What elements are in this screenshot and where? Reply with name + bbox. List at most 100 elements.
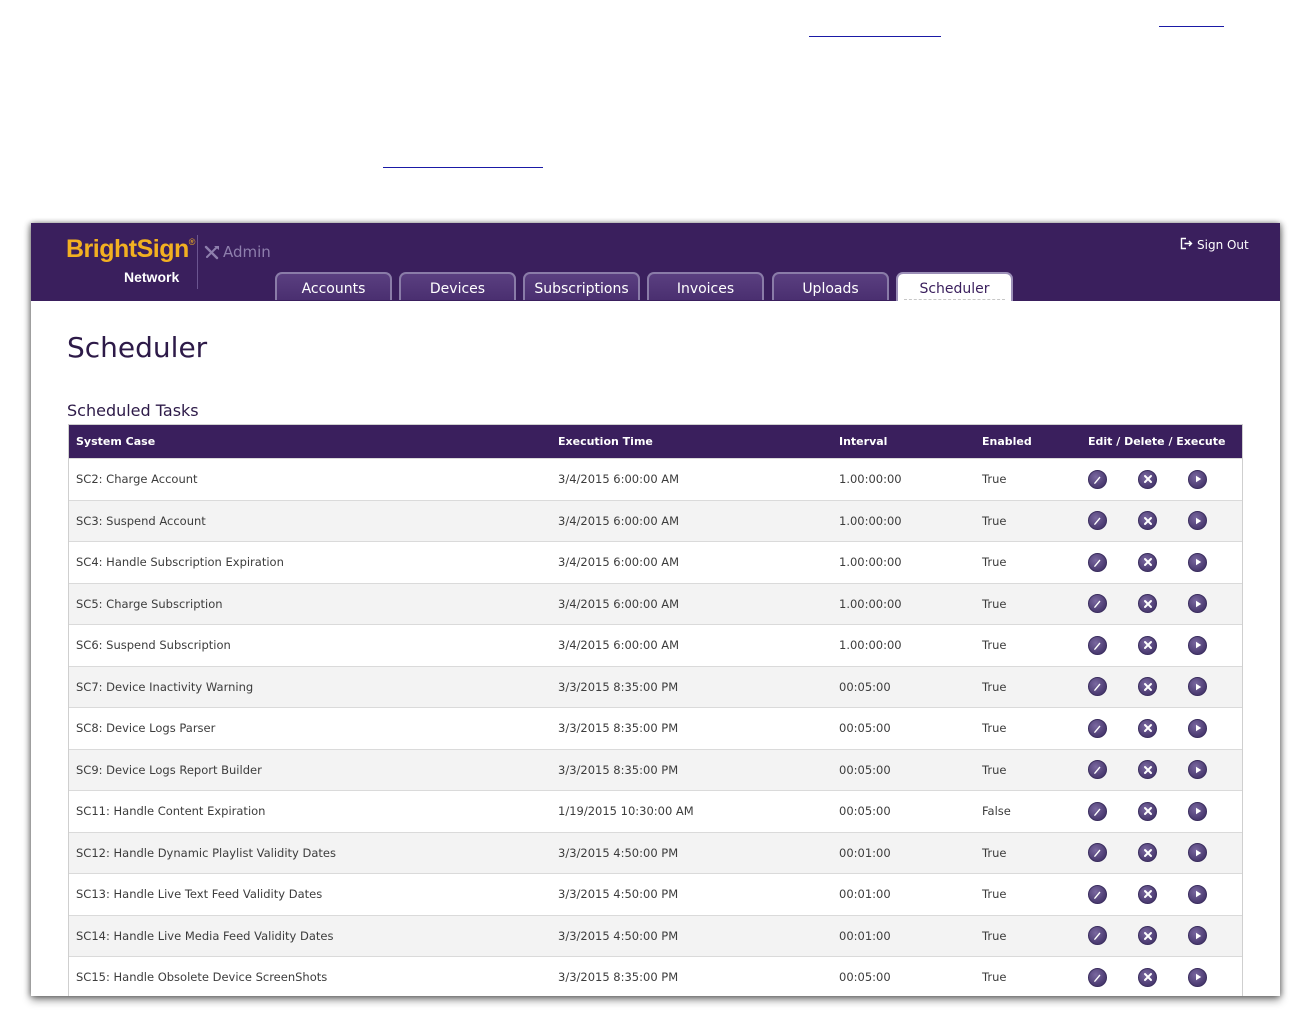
sign-out-button[interactable]: Sign Out — [1180, 237, 1249, 253]
execute-icon[interactable] — [1188, 843, 1207, 863]
delete-icon[interactable] — [1138, 677, 1157, 697]
row-actions — [1088, 750, 1207, 791]
column-header-execution-time[interactable]: Execution Time — [558, 425, 653, 458]
delete-icon[interactable] — [1138, 760, 1157, 780]
cell-enabled: True — [982, 596, 1007, 611]
table-row: SC12: Handle Dynamic Playlist Validity D… — [69, 831, 1242, 873]
tab-subscriptions[interactable]: Subscriptions — [523, 272, 640, 300]
tab-uploads[interactable]: Uploads — [772, 272, 889, 300]
row-actions — [1088, 708, 1207, 749]
edit-icon[interactable] — [1088, 926, 1107, 946]
row-actions — [1088, 584, 1207, 625]
cell-execution-time: 3/3/2015 8:35:00 PM — [558, 679, 679, 694]
doc-link-2[interactable] — [809, 36, 941, 37]
edit-icon[interactable] — [1088, 469, 1107, 489]
cell-interval: 00:01:00 — [839, 928, 891, 943]
edit-icon[interactable] — [1088, 718, 1107, 738]
cell-system-case: SC7: Device Inactivity Warning — [76, 679, 254, 694]
tab-accounts[interactable]: Accounts — [275, 272, 392, 300]
cell-system-case: SC14: Handle Live Media Feed Validity Da… — [76, 928, 334, 943]
tab-devices[interactable]: Devices — [399, 272, 516, 300]
column-header-enabled[interactable]: Enabled — [982, 425, 1032, 458]
delete-icon[interactable] — [1138, 511, 1157, 531]
delete-icon[interactable] — [1138, 967, 1157, 987]
edit-icon[interactable] — [1088, 967, 1107, 987]
admin-app-window: BrightSign® Network Admin Sign Out Accou… — [31, 223, 1280, 996]
cell-interval: 00:05:00 — [839, 679, 891, 694]
scheduled-tasks-table: System Case Execution Time Interval Enab… — [68, 424, 1243, 996]
cell-enabled: True — [982, 887, 1007, 902]
cell-enabled: True — [982, 762, 1007, 777]
cell-execution-time: 3/3/2015 8:35:00 PM — [558, 721, 679, 736]
execute-icon[interactable] — [1188, 511, 1207, 531]
cell-enabled: True — [982, 928, 1007, 943]
edit-icon[interactable] — [1088, 884, 1107, 904]
execute-icon[interactable] — [1188, 884, 1207, 904]
cell-enabled: True — [982, 513, 1007, 528]
row-actions — [1088, 459, 1207, 500]
cell-enabled: True — [982, 638, 1007, 653]
delete-icon[interactable] — [1138, 801, 1157, 821]
doc-link-3[interactable] — [383, 167, 543, 168]
tab-invoices[interactable]: Invoices — [647, 272, 764, 300]
brightsign-logo: BrightSign® — [66, 235, 195, 263]
cell-interval: 00:01:00 — [839, 845, 891, 860]
delete-icon[interactable] — [1138, 843, 1157, 863]
execute-icon[interactable] — [1188, 967, 1207, 987]
edit-icon[interactable] — [1088, 801, 1107, 821]
cell-interval: 1.00:00:00 — [839, 472, 902, 487]
edit-icon[interactable] — [1088, 677, 1107, 697]
execute-icon[interactable] — [1188, 469, 1207, 489]
table-row: SC15: Handle Obsolete Device ScreenShots… — [69, 956, 1242, 996]
edit-icon[interactable] — [1088, 552, 1107, 572]
cell-interval: 00:05:00 — [839, 970, 891, 985]
execute-icon[interactable] — [1188, 552, 1207, 572]
cell-interval: 1.00:00:00 — [839, 555, 902, 570]
execute-icon[interactable] — [1188, 926, 1207, 946]
edit-icon[interactable] — [1088, 635, 1107, 655]
execute-icon[interactable] — [1188, 635, 1207, 655]
cell-execution-time: 1/19/2015 10:30:00 AM — [558, 804, 694, 819]
delete-icon[interactable] — [1138, 469, 1157, 489]
cell-enabled: True — [982, 970, 1007, 985]
execute-icon[interactable] — [1188, 594, 1207, 614]
edit-icon[interactable] — [1088, 760, 1107, 780]
cell-system-case: SC15: Handle Obsolete Device ScreenShots — [76, 970, 328, 985]
delete-icon[interactable] — [1138, 635, 1157, 655]
execute-icon[interactable] — [1188, 677, 1207, 697]
cell-enabled: True — [982, 721, 1007, 736]
sign-out-icon — [1180, 237, 1193, 253]
delete-icon[interactable] — [1138, 718, 1157, 738]
execute-icon[interactable] — [1188, 760, 1207, 780]
column-header-system-case[interactable]: System Case — [76, 425, 155, 458]
delete-icon[interactable] — [1138, 884, 1157, 904]
execute-icon[interactable] — [1188, 801, 1207, 821]
edit-icon[interactable] — [1088, 511, 1107, 531]
section-title: Scheduled Tasks — [67, 401, 199, 420]
delete-icon[interactable] — [1138, 594, 1157, 614]
column-header-actions: Edit / Delete / Execute — [1088, 435, 1226, 448]
column-header-interval[interactable]: Interval — [839, 425, 887, 458]
cell-system-case: SC8: Device Logs Parser — [76, 721, 216, 736]
row-actions — [1088, 874, 1207, 915]
edit-icon[interactable] — [1088, 594, 1107, 614]
cell-enabled: False — [982, 804, 1011, 819]
cell-execution-time: 3/3/2015 8:35:00 PM — [558, 762, 679, 777]
cell-execution-time: 3/4/2015 6:00:00 AM — [558, 472, 680, 487]
cell-execution-time: 3/3/2015 4:50:00 PM — [558, 887, 679, 902]
cell-system-case: SC4: Handle Subscription Expiration — [76, 555, 284, 570]
cell-interval: 00:05:00 — [839, 804, 891, 819]
delete-icon[interactable] — [1138, 926, 1157, 946]
cell-execution-time: 3/3/2015 4:50:00 PM — [558, 845, 679, 860]
table-row: SC9: Device Logs Report Builder 3/3/2015 … — [69, 748, 1242, 791]
network-logo-label: Network — [124, 269, 180, 285]
table-row: SC6: Suspend Subscription 3/4/2015 6:00:0… — [69, 624, 1242, 666]
doc-link-1[interactable] — [1159, 26, 1224, 27]
delete-icon[interactable] — [1138, 552, 1157, 572]
edit-icon[interactable] — [1088, 843, 1107, 863]
execute-icon[interactable] — [1188, 718, 1207, 738]
row-actions — [1088, 791, 1207, 832]
tab-scheduler[interactable]: Scheduler — [896, 272, 1013, 301]
row-actions — [1088, 625, 1207, 666]
cell-system-case: SC6: Suspend Subscription — [76, 638, 231, 653]
